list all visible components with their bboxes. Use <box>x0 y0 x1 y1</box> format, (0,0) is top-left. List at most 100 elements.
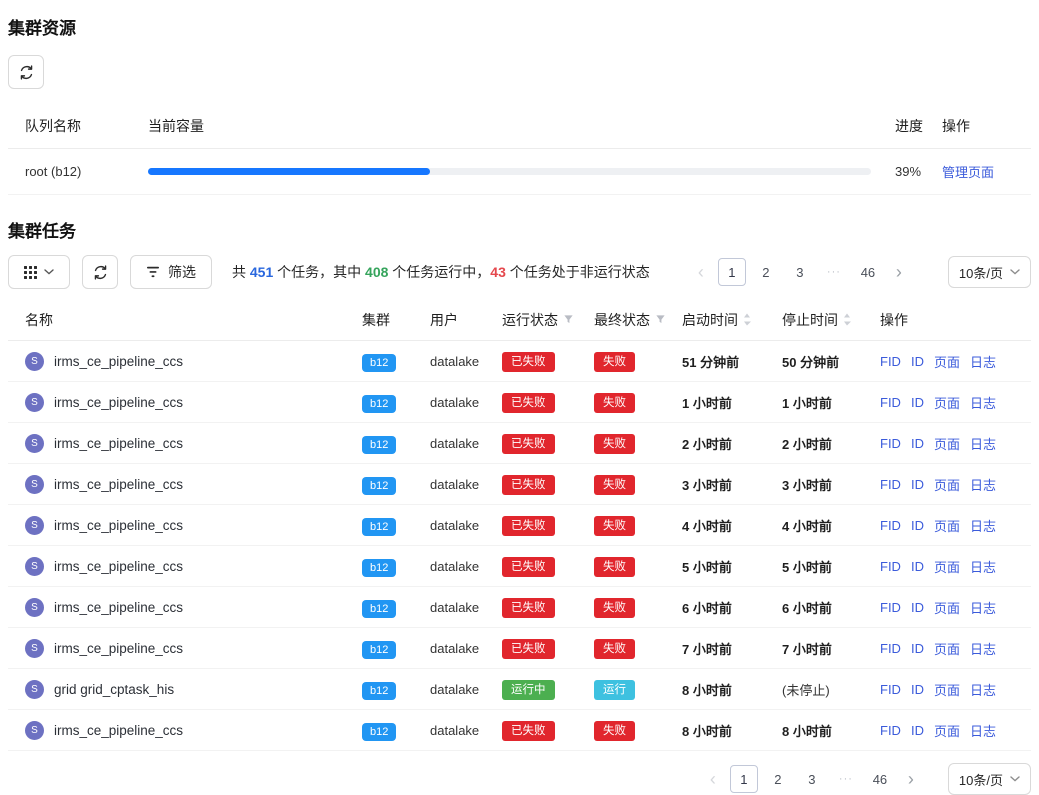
column-header-label: 操作 <box>880 310 908 330</box>
final-status-badge: 失败 <box>594 639 635 659</box>
pagination-prev[interactable]: ‹ <box>690 258 712 286</box>
task-actions-cell: FID ID 页面日志 <box>880 516 1031 535</box>
page-link[interactable]: 页面 <box>934 516 960 535</box>
id-link[interactable]: ID <box>911 682 924 697</box>
id-link[interactable]: ID <box>911 559 924 574</box>
chevron-down-icon <box>44 269 54 275</box>
cluster-badge: b12 <box>362 354 396 372</box>
pagination-next[interactable]: › <box>900 765 922 793</box>
cluster-cell: b12 <box>362 723 430 738</box>
log-link[interactable]: 日志 <box>970 557 996 576</box>
filter-icon[interactable] <box>563 314 574 325</box>
cluster-cell: b12 <box>362 354 430 369</box>
id-link[interactable]: ID <box>911 600 924 615</box>
task-name: irms_ce_pipeline_ccs <box>54 723 183 738</box>
pagination-page-3[interactable]: 3 <box>798 765 826 793</box>
page-size-select[interactable]: 10条/页 <box>948 763 1031 795</box>
final-status-cell: 失败 <box>594 476 682 492</box>
run-status-badge: 已失败 <box>502 598 555 618</box>
page-link[interactable]: 页面 <box>934 680 960 699</box>
id-link[interactable]: ID <box>911 641 924 656</box>
pagination-ellipsis: ··· <box>820 258 848 286</box>
task-name: irms_ce_pipeline_ccs <box>54 477 183 492</box>
page-link[interactable]: 页面 <box>934 434 960 453</box>
cluster-badge: b12 <box>362 518 396 536</box>
column-header-user: 用户 <box>430 310 502 330</box>
log-link[interactable]: 日志 <box>970 516 996 535</box>
id-link[interactable]: ID <box>911 723 924 738</box>
page-link[interactable]: 页面 <box>934 393 960 412</box>
log-link[interactable]: 日志 <box>970 598 996 617</box>
task-row: Sirms_ce_pipeline_ccsb12datalake已失败失败5 小… <box>8 546 1031 587</box>
refresh-tasks-button[interactable] <box>82 255 118 289</box>
pagination-page-2[interactable]: 2 <box>752 258 780 286</box>
column-header-label: 最终状态 <box>594 310 650 330</box>
filter-button[interactable]: 筛选 <box>130 255 212 289</box>
start-time: 51 分钟前 <box>682 352 782 371</box>
pagination-next[interactable]: › <box>888 258 910 286</box>
page-link[interactable]: 页面 <box>934 598 960 617</box>
page-size-label: 10条/页 <box>959 770 1003 789</box>
log-link[interactable]: 日志 <box>970 639 996 658</box>
refresh-resources-button[interactable] <box>8 55 44 89</box>
log-link[interactable]: 日志 <box>970 393 996 412</box>
resource-table: 队列名称 当前容量 进度 操作 root (b12)39%管理页面 <box>8 103 1031 195</box>
user-cell: datalake <box>430 641 502 656</box>
run-status-badge: 已失败 <box>502 393 555 413</box>
fid-link[interactable]: FID <box>880 395 901 410</box>
pagination-page-2[interactable]: 2 <box>764 765 792 793</box>
manage-page-link[interactable]: 管理页面 <box>942 165 994 180</box>
log-link[interactable]: 日志 <box>970 434 996 453</box>
pagination-page-1[interactable]: 1 <box>718 258 746 286</box>
fid-link[interactable]: FID <box>880 477 901 492</box>
page-size-select[interactable]: 10条/页 <box>948 256 1031 288</box>
progress-fill <box>148 168 430 175</box>
sort-icon[interactable] <box>743 313 751 326</box>
bottom-pagination-bar: ‹123···46› 10条/页 <box>8 763 1031 795</box>
fid-link[interactable]: FID <box>880 436 901 451</box>
page-link[interactable]: 页面 <box>934 557 960 576</box>
page-link[interactable]: 页面 <box>934 721 960 740</box>
fid-link[interactable]: FID <box>880 723 901 738</box>
sort-icon[interactable] <box>843 313 851 326</box>
task-actions-cell: FID ID 页面日志 <box>880 434 1031 453</box>
id-link[interactable]: ID <box>911 518 924 533</box>
id-link[interactable]: ID <box>911 395 924 410</box>
refresh-icon <box>93 265 108 280</box>
fid-link[interactable]: FID <box>880 559 901 574</box>
column-header-start-time: 启动时间 <box>682 310 782 330</box>
page-link[interactable]: 页面 <box>934 352 960 371</box>
log-link[interactable]: 日志 <box>970 721 996 740</box>
user-cell: datalake <box>430 723 502 738</box>
fid-link[interactable]: FID <box>880 518 901 533</box>
fid-link[interactable]: FID <box>880 682 901 697</box>
cluster-badge: b12 <box>362 600 396 618</box>
filter-icon[interactable] <box>655 314 666 325</box>
fid-link[interactable]: FID <box>880 641 901 656</box>
pagination-page-1[interactable]: 1 <box>730 765 758 793</box>
id-link[interactable]: ID <box>911 436 924 451</box>
log-link[interactable]: 日志 <box>970 475 996 494</box>
run-status-badge: 已失败 <box>502 557 555 577</box>
user-cell: datalake <box>430 436 502 451</box>
fid-link[interactable]: FID <box>880 354 901 369</box>
task-name: irms_ce_pipeline_ccs <box>54 518 183 533</box>
page-link[interactable]: 页面 <box>934 639 960 658</box>
page-link[interactable]: 页面 <box>934 475 960 494</box>
id-link[interactable]: ID <box>911 477 924 492</box>
log-link[interactable]: 日志 <box>970 680 996 699</box>
layout-grid-button[interactable] <box>8 255 70 289</box>
fid-link[interactable]: FID <box>880 600 901 615</box>
pagination-page-46[interactable]: 46 <box>854 258 882 286</box>
cluster-cell: b12 <box>362 436 430 451</box>
id-link[interactable]: ID <box>911 354 924 369</box>
pagination-page-46[interactable]: 46 <box>866 765 894 793</box>
run-status-cell: 已失败 <box>502 640 594 656</box>
log-link[interactable]: 日志 <box>970 352 996 371</box>
task-name-cell: Sirms_ce_pipeline_ccs <box>8 393 362 412</box>
spark-avatar: S <box>25 598 44 617</box>
pagination-page-3[interactable]: 3 <box>786 258 814 286</box>
column-header-cluster: 集群 <box>362 310 430 330</box>
pagination-prev[interactable]: ‹ <box>702 765 724 793</box>
page: 集群资源 队列名称 当前容量 进度 操作 root (b12)39%管理页面 集… <box>0 0 1039 795</box>
